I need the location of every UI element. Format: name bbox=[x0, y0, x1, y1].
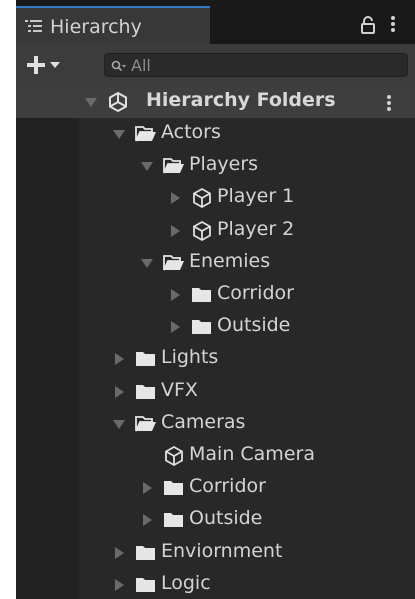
tab-hierarchy[interactable]: Hierarchy bbox=[16, 6, 210, 44]
lock-icon[interactable] bbox=[360, 16, 376, 38]
search-field[interactable] bbox=[104, 53, 408, 77]
tree-item-label: Players bbox=[189, 153, 259, 176]
collapse-arrow-icon[interactable] bbox=[141, 162, 153, 172]
tree-item[interactable]: VFX bbox=[16, 376, 415, 408]
tree-item-label: Outside bbox=[217, 314, 291, 337]
collapse-arrow-icon[interactable] bbox=[141, 258, 153, 268]
folder-icon bbox=[191, 317, 211, 337]
toolbar bbox=[16, 44, 415, 86]
folder-icon bbox=[191, 285, 211, 305]
hierarchy-list-icon bbox=[24, 18, 44, 34]
folder-icon bbox=[163, 478, 183, 498]
tree-item[interactable]: Player 2 bbox=[16, 215, 415, 247]
hierarchy-panel: Hierarchy All Hierarchy Folders Actors P… bbox=[16, 0, 415, 599]
search-input[interactable] bbox=[131, 54, 401, 76]
search-icon bbox=[111, 59, 127, 78]
add-dropdown-button[interactable] bbox=[24, 52, 80, 78]
collapse-arrow-icon[interactable] bbox=[113, 130, 125, 139]
tree-item-label: Enviornment bbox=[161, 539, 283, 562]
gameobject-cube-icon bbox=[191, 220, 211, 241]
expand-arrow-icon[interactable] bbox=[171, 192, 180, 205]
folder-icon bbox=[135, 349, 155, 369]
tree-item-label: Logic bbox=[161, 571, 211, 594]
kebab-menu-icon[interactable] bbox=[390, 15, 396, 37]
expand-arrow-icon[interactable] bbox=[115, 578, 124, 591]
folder-icon bbox=[135, 382, 155, 402]
scene-name: Hierarchy Folders bbox=[146, 89, 336, 111]
folder-open-icon bbox=[163, 156, 184, 176]
tree-item[interactable]: Outside bbox=[16, 311, 415, 343]
scene-row[interactable]: Hierarchy Folders bbox=[16, 86, 415, 118]
tree-item[interactable]: Corridor bbox=[16, 279, 415, 311]
tree-item[interactable]: Lights bbox=[16, 343, 415, 375]
tree-item-label: Player 2 bbox=[217, 217, 295, 240]
tree-item-label: Corridor bbox=[217, 282, 294, 304]
expand-arrow-icon[interactable] bbox=[115, 546, 124, 559]
tree-item[interactable]: Player 1 bbox=[16, 182, 415, 214]
unity-scene-icon bbox=[107, 91, 127, 113]
tree-item-label: Outside bbox=[189, 507, 263, 530]
tab-bar: Hierarchy bbox=[16, 0, 415, 44]
expand-arrow-icon[interactable] bbox=[171, 321, 180, 334]
gameobject-cube-icon bbox=[163, 445, 183, 467]
tree-item-label: Cameras bbox=[161, 410, 246, 433]
folder-icon bbox=[135, 543, 155, 563]
folder-icon bbox=[163, 510, 183, 530]
tree-item[interactable]: Actors bbox=[16, 118, 415, 150]
expand-arrow-icon[interactable] bbox=[171, 289, 180, 301]
tree-item[interactable]: Main Camera bbox=[16, 440, 415, 472]
expand-arrow-icon[interactable] bbox=[143, 514, 152, 527]
tab-title: Hierarchy bbox=[50, 16, 142, 38]
collapse-arrow-icon[interactable] bbox=[113, 419, 125, 429]
scene-menu-icon[interactable] bbox=[386, 94, 392, 116]
tree-item[interactable]: Enemies bbox=[16, 247, 415, 279]
gameobject-cube-icon bbox=[191, 187, 211, 209]
expand-arrow-icon[interactable] bbox=[171, 224, 180, 237]
expand-arrow-icon[interactable] bbox=[85, 98, 97, 107]
tree-item-label: Main Camera bbox=[189, 443, 315, 465]
expand-arrow-icon[interactable] bbox=[115, 353, 124, 366]
tree-item-label: Corridor bbox=[189, 475, 266, 498]
tree-item[interactable]: Enviornment bbox=[16, 537, 415, 569]
expand-arrow-icon[interactable] bbox=[143, 482, 152, 495]
tree-item[interactable]: Players bbox=[16, 150, 415, 182]
tree-item[interactable]: Logic bbox=[16, 569, 415, 599]
tree-item[interactable]: Outside bbox=[16, 504, 415, 536]
tree-item-label: Lights bbox=[161, 346, 219, 369]
tree-item[interactable]: Corridor bbox=[16, 472, 415, 504]
folder-open-icon bbox=[135, 414, 156, 434]
tree-item-label: Enemies bbox=[189, 249, 271, 272]
tree-item-label: Actors bbox=[161, 121, 221, 143]
tree-item-label: Player 1 bbox=[217, 185, 295, 208]
folder-open-icon bbox=[135, 124, 156, 144]
expand-arrow-icon[interactable] bbox=[115, 385, 124, 398]
tree-item-label: VFX bbox=[161, 378, 198, 401]
folder-open-icon bbox=[163, 253, 184, 273]
folder-icon bbox=[135, 575, 155, 595]
tree-item[interactable]: Cameras bbox=[16, 408, 415, 440]
